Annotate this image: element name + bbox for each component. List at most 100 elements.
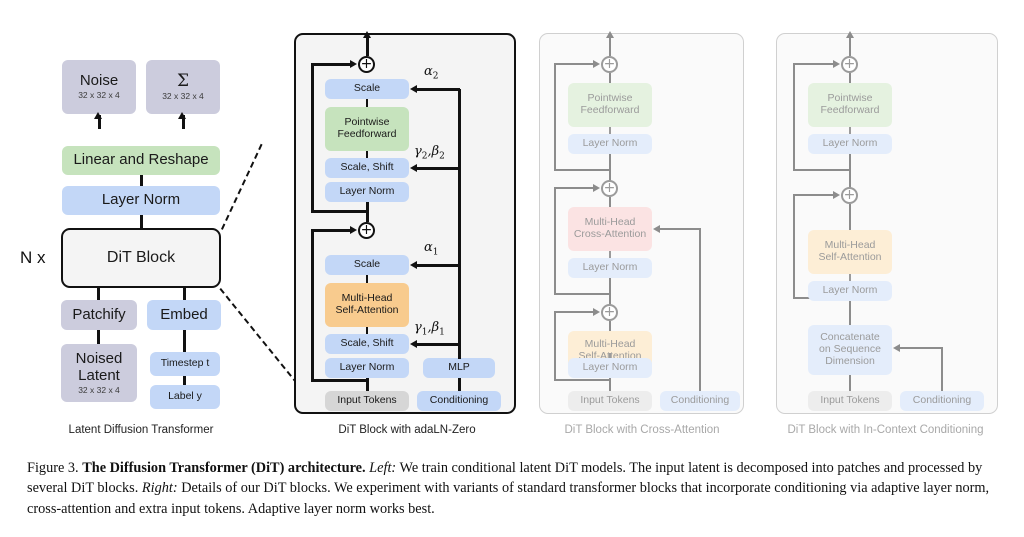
adaln-skip-top-horizontal-bottom — [311, 210, 368, 213]
cross-line-pff-to-plus-top — [609, 73, 611, 83]
adaln-skip-bottom-vertical — [311, 230, 314, 381]
caption-latent-diffusion-transformer: Latent Diffusion Transformer — [68, 424, 214, 436]
cross-residual-add-middle: + — [601, 180, 618, 197]
cross-skip-bottom-horizontal-top — [554, 311, 594, 313]
box-dit-block: DiT Block — [61, 228, 221, 288]
panel-cross-attention: + Pointwise Feedforward Layer Norm + Mul… — [537, 0, 752, 450]
incontext-box-layer-norm-1-label: Layer Norm — [822, 137, 878, 150]
cross-box-pointwise-feedforward: Pointwise Feedforward — [568, 83, 652, 127]
adaln-box-mlp-label: MLP — [448, 361, 470, 374]
incontext-output-arrowhead — [845, 31, 854, 38]
adaln-alpha2-subscript: 2 — [432, 71, 439, 82]
figure-3-dit-architecture: Noise 32 x 32 x 4 Σ 32 x 32 x 4 Linear a… — [0, 0, 1024, 537]
incontext-box-concatenate: Concatenate on Sequence Dimension — [808, 325, 892, 375]
box-linear-and-reshape: Linear and Reshape — [62, 146, 220, 175]
incontext-line-mhsa-to-plus-bottom — [849, 204, 851, 230]
incontext-skip-top-horizontal-top — [793, 63, 834, 65]
adaln-alpha2-symbol: α — [424, 64, 433, 79]
cross-dash-ln1-to-pff — [609, 127, 611, 134]
cross-line-tokens-to-ln3 — [609, 378, 611, 391]
box-layer-norm-left: Layer Norm — [62, 186, 220, 215]
connector-timestep-to-embed — [183, 330, 186, 352]
figure-number: Figure 3. — [27, 460, 79, 476]
adaln-dash-scaleshift-to-mhsa — [366, 327, 368, 334]
incontext-residual-add-bottom: + — [841, 187, 858, 204]
adaln-label-alpha2: α2 — [424, 64, 439, 82]
cross-skip-bottom-vertical — [554, 312, 556, 381]
incontext-skip-bottom-horizontal-top — [793, 194, 834, 196]
adaln-line-plus-to-layernorm-top — [366, 202, 369, 222]
cross-skip-mid-vertical — [554, 188, 556, 295]
adaln-arrowhead-gammabeta1 — [410, 340, 417, 348]
box-embed: Embed — [147, 300, 221, 330]
box-noise-shape: 32 x 32 x 4 — [78, 90, 120, 101]
adaln-arrowhead-alpha2 — [410, 85, 417, 93]
adaln-box-pointwise-feedforward: Pointwise Feedforward — [325, 107, 409, 151]
cross-box-layer-norm-3-label: Layer Norm — [582, 361, 638, 374]
connector-embed-to-ditblock — [183, 288, 186, 300]
panel-adaln-zero: + Scale Pointwise Feedforward Scale, Shi… — [292, 0, 524, 450]
cross-box-conditioning: Conditioning — [660, 391, 740, 411]
incontext-line-concat-to-ln2 — [849, 301, 851, 325]
box-noised-latent-line2: Latent — [78, 366, 120, 384]
box-sigma: Σ 32 x 32 x 4 — [146, 60, 220, 114]
adaln-gamma1-subscript: 1 — [421, 327, 428, 338]
box-noised-latent-line1: Noised — [75, 349, 123, 367]
cross-skip-mid-horizontal-bottom — [554, 293, 611, 295]
incontext-conditioning-branch — [900, 347, 943, 349]
cross-box-layer-norm-1-label: Layer Norm — [582, 137, 638, 150]
adaln-residual-add-top: + — [358, 56, 375, 73]
incontext-box-pointwise-feedforward: Pointwise Feedforward — [808, 83, 892, 127]
cross-skip-top-vertical — [554, 64, 556, 171]
adaln-beta2-subscript: 2 — [439, 151, 445, 162]
incontext-dash-ln2-to-mhsa — [849, 274, 851, 281]
adaln-box-layer-norm-bottom-label: Layer Norm — [339, 361, 395, 374]
incontext-line-tokens-to-concat — [849, 375, 851, 391]
cross-box-conditioning-label: Conditioning — [670, 394, 730, 407]
caption-adaln-zero: DiT Block with adaLN-Zero — [338, 424, 476, 436]
adaln-label-gammabeta2: γ2,β2 — [414, 144, 445, 162]
box-timestep: Timestep t — [150, 352, 220, 376]
adaln-label-alpha1: α1 — [424, 240, 439, 258]
connector-ditblock-to-layernorm — [140, 215, 143, 228]
incontext-mhsa-line2: Self-Attention — [818, 251, 882, 263]
adaln-box-scale-bottom: Scale — [325, 255, 409, 275]
adaln-box-layer-norm-bottom: Layer Norm — [325, 358, 409, 378]
cross-pff-line2: Feedforward — [580, 104, 640, 116]
adaln-line-conditioning-to-mlp — [458, 378, 461, 391]
adaln-branch-alpha1 — [417, 264, 460, 267]
incontext-box-input-tokens-label: Input Tokens — [820, 394, 880, 407]
box-noise-label: Noise — [79, 72, 119, 90]
adaln-beta1-subscript: 1 — [439, 327, 445, 338]
incontext-box-layer-norm-2: Layer Norm — [808, 281, 892, 301]
incontext-skip-bottom-arrowhead — [833, 191, 840, 199]
adaln-box-scale-shift-bottom-label: Scale, Shift — [340, 337, 394, 350]
figure-right-tag: Right: — [141, 480, 178, 497]
adaln-branch-gammabeta1 — [417, 343, 460, 346]
connector-layernorm-to-linear — [140, 175, 143, 186]
adaln-skip-bottom-horizontal-top — [311, 229, 351, 232]
cross-skip-bottom-arrowhead — [593, 308, 600, 316]
adaln-gamma2-symbol: γ — [414, 144, 422, 159]
incontext-box-conditioning-label: Conditioning — [912, 394, 972, 407]
adaln-skip-bottom-arrowhead — [350, 226, 357, 234]
incontext-box-layer-norm-1: Layer Norm — [808, 134, 892, 154]
cross-skip-top-horizontal-bottom — [554, 169, 611, 171]
adaln-output-arrowhead — [362, 31, 371, 38]
adaln-skip-top-vertical — [311, 64, 314, 212]
adaln-box-scale-bottom-label: Scale — [353, 258, 381, 271]
box-label-y-label: Label y — [168, 390, 202, 403]
adaln-box-conditioning: Conditioning — [417, 391, 501, 411]
incontext-output-line — [849, 36, 851, 56]
box-layer-norm-left-label: Layer Norm — [101, 191, 181, 209]
adaln-skip-top-horizontal-top — [311, 63, 351, 66]
adaln-box-conditioning-label: Conditioning — [429, 394, 489, 407]
box-timestep-label: Timestep t — [160, 357, 210, 370]
cross-line-mhca-to-plus-mid — [609, 197, 611, 207]
adaln-box-scale-top: Scale — [325, 79, 409, 99]
box-noised-latent: Noised Latent 32 x 32 x 4 — [61, 344, 137, 402]
cross-box-input-tokens: Input Tokens — [568, 391, 652, 411]
adaln-box-input-tokens-label: Input Tokens — [337, 394, 397, 407]
incontext-box-multi-head-self-attention: Multi-Head Self-Attention — [808, 230, 892, 274]
box-noise: Noise 32 x 32 x 4 — [62, 60, 136, 114]
